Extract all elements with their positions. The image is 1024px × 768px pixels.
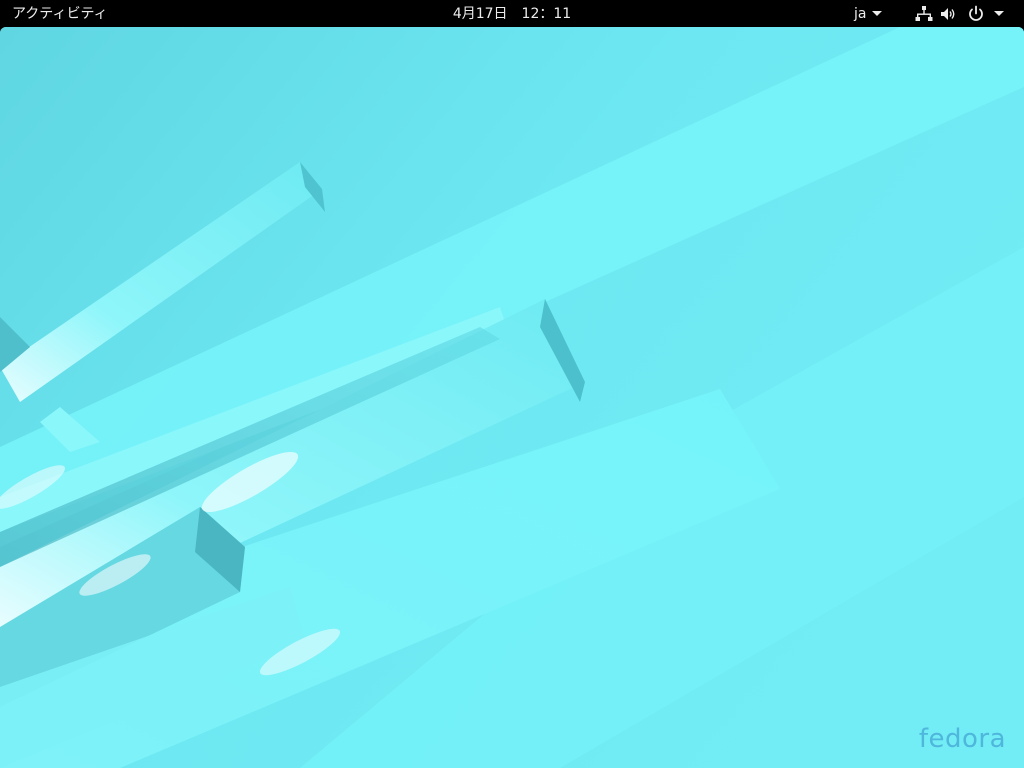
desktop-wallpaper[interactable]: fedora [0,27,1024,768]
fedora-logo: fedora [918,724,1006,754]
input-method-label: ja [854,6,867,22]
network-wired-icon [915,6,933,21]
wallpaper-graphic [0,27,1024,768]
power-icon [969,5,983,21]
chevron-down-icon [872,10,883,16]
system-menu-chevron-icon [994,11,1004,16]
top-bar: アクティビティ 4月17日 12：11 ja [0,0,1024,27]
system-menu[interactable] [914,4,1014,24]
clock-text: 4月17日 12：11 [452,6,572,22]
speaker-volume-icon [941,8,955,20]
input-method-menu[interactable]: ja [854,5,883,23]
